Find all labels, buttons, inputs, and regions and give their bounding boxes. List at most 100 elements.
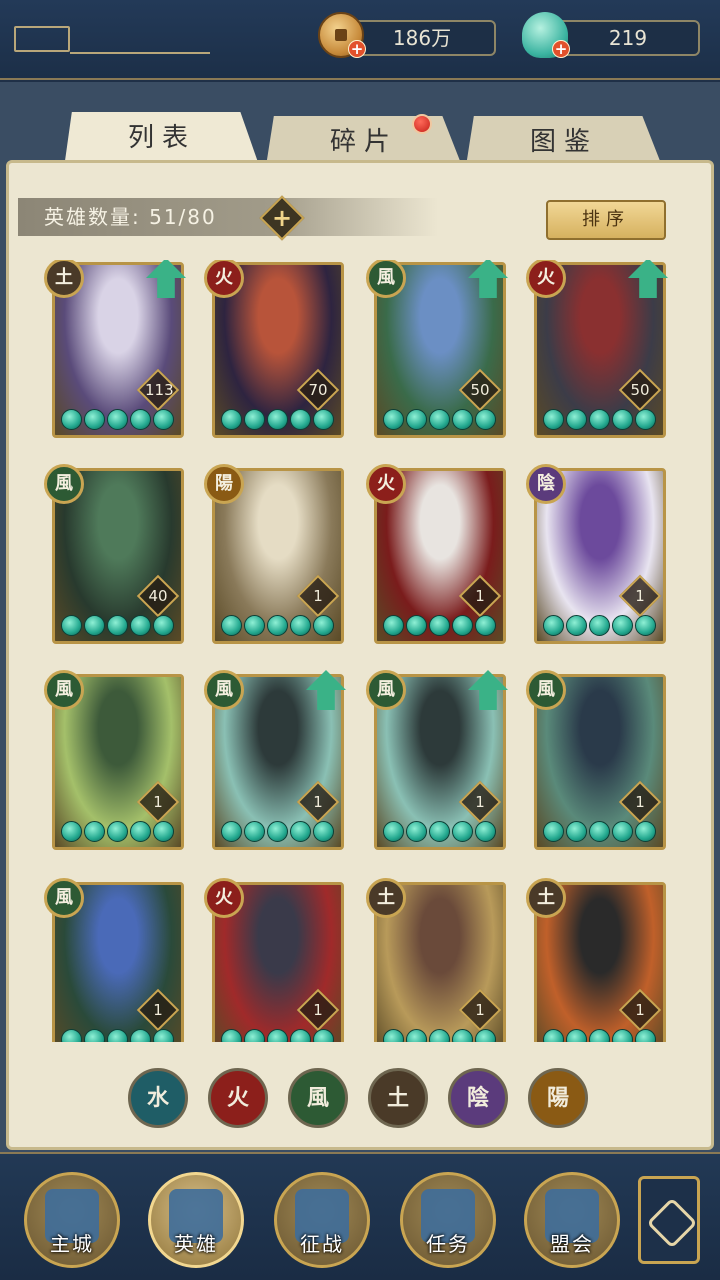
star-orb-icon: [406, 409, 427, 430]
element-fire-icon: 火: [204, 878, 244, 918]
star-orb-icon: [61, 409, 82, 430]
notification-dot: [412, 114, 432, 134]
star-orb-icon: [429, 1029, 450, 1042]
coin-counter: 186万: [348, 20, 496, 56]
star-orb-icon: [475, 409, 496, 430]
star-orb-icon: [383, 821, 404, 842]
nav-quest[interactable]: 任务: [400, 1172, 496, 1268]
nav-hero[interactable]: 英雄: [148, 1172, 244, 1268]
filter-fire-button[interactable]: 火: [208, 1068, 268, 1128]
decor-line: [70, 52, 210, 54]
star-orb-icon: [475, 1029, 496, 1042]
filter-yin-button[interactable]: 陰: [448, 1068, 508, 1128]
top-bar: 186万 + 219 +: [0, 0, 720, 80]
star-orb-icon: [589, 409, 610, 430]
element-fire-icon: 火: [366, 464, 406, 504]
hero-stars: [61, 1029, 181, 1042]
hero-level: 1: [635, 793, 645, 811]
star-orb-icon: [429, 821, 450, 842]
hero-stars: [61, 615, 181, 637]
nav-label: 英雄: [174, 1232, 218, 1256]
menu-button[interactable]: [638, 1176, 700, 1264]
element-yang-icon: 陽: [204, 464, 244, 504]
star-orb-icon: [635, 1029, 656, 1042]
hero-level: 1: [313, 1001, 323, 1019]
star-orb-icon: [267, 615, 288, 636]
hero-level: 1: [475, 1001, 485, 1019]
hero-level: 70: [308, 381, 328, 399]
filter-yang-button[interactable]: 陽: [528, 1068, 588, 1128]
hero-stars: [543, 821, 663, 843]
bottom-nav: 主城 英雄 征战 任务 盟会: [0, 1152, 720, 1280]
element-filters: 水火風土陰陽: [128, 1068, 598, 1128]
hero-stars: [543, 409, 663, 431]
star-orb-icon: [406, 821, 427, 842]
element-wind-icon: 風: [44, 464, 84, 504]
hero-stars: [383, 821, 503, 843]
nav-label: 征战: [300, 1232, 344, 1256]
hero-level: 1: [153, 793, 163, 811]
star-orb-icon: [130, 821, 151, 842]
star-orb-icon: [290, 821, 311, 842]
star-orb-icon: [221, 615, 242, 636]
star-orb-icon: [612, 1029, 633, 1042]
hero-level: 1: [313, 793, 323, 811]
element-wind-icon: 風: [44, 670, 84, 710]
element-wind-icon: 風: [366, 670, 406, 710]
filter-earth-button[interactable]: 土: [368, 1068, 428, 1128]
hero-level: 50: [630, 381, 650, 399]
hero-stars: [543, 615, 663, 637]
star-orb-icon: [290, 615, 311, 636]
add-coin-icon[interactable]: +: [348, 40, 366, 58]
element-earth-icon: 土: [366, 878, 406, 918]
star-orb-icon: [153, 1029, 174, 1042]
star-orb-icon: [635, 821, 656, 842]
hero-stars: [61, 409, 181, 431]
hero-level: 113: [145, 381, 174, 399]
element-yin-icon: 陰: [526, 464, 566, 504]
star-orb-icon: [566, 615, 587, 636]
nav-label: 盟会: [550, 1232, 594, 1256]
hero-stars: [221, 615, 341, 637]
star-orb-icon: [221, 1029, 242, 1042]
star-orb-icon: [313, 409, 334, 430]
hero-stars: [383, 1029, 503, 1042]
filter-water-button[interactable]: 水: [128, 1068, 188, 1128]
star-orb-icon: [267, 1029, 288, 1042]
tab-fragments[interactable]: 碎片: [266, 116, 462, 166]
hero-level: 1: [475, 793, 485, 811]
star-orb-icon: [406, 1029, 427, 1042]
hero-stars: [61, 821, 181, 843]
star-orb-icon: [635, 409, 656, 430]
star-orb-icon: [313, 821, 334, 842]
star-orb-icon: [566, 409, 587, 430]
filter-wind-button[interactable]: 風: [288, 1068, 348, 1128]
star-orb-icon: [589, 1029, 610, 1042]
sort-button[interactable]: 排序: [546, 200, 666, 240]
hero-count: 英雄数量: 51/80: [18, 198, 438, 236]
star-orb-icon: [107, 409, 128, 430]
hero-grid: 113 土 70 火 50 風 50 火 40 風 1 陽 1 火 1 陰 1 風 1 風 1 風 1 風 1 風 1 火 1 土 1 土: [0, 260, 720, 1042]
hero-level: 1: [635, 1001, 645, 1019]
nav-guild[interactable]: 盟会: [524, 1172, 620, 1268]
plus-icon: +: [271, 204, 293, 232]
star-orb-icon: [84, 1029, 105, 1042]
nav-battle[interactable]: 征战: [274, 1172, 370, 1268]
star-orb-icon: [130, 615, 151, 636]
element-wind-icon: 風: [204, 670, 244, 710]
star-orb-icon: [612, 409, 633, 430]
element-wind-icon: 風: [44, 878, 84, 918]
add-jade-icon[interactable]: +: [552, 40, 570, 58]
star-orb-icon: [61, 615, 82, 636]
star-orb-icon: [221, 821, 242, 842]
hero-level: 40: [148, 587, 168, 605]
hero-stars: [221, 409, 341, 431]
nav-city[interactable]: 主城: [24, 1172, 120, 1268]
star-orb-icon: [107, 1029, 128, 1042]
star-orb-icon: [244, 615, 265, 636]
star-orb-icon: [612, 821, 633, 842]
star-orb-icon: [383, 409, 404, 430]
jade-value: 219: [608, 26, 648, 50]
tab-gallery[interactable]: 图鉴: [466, 116, 662, 166]
star-orb-icon: [383, 615, 404, 636]
